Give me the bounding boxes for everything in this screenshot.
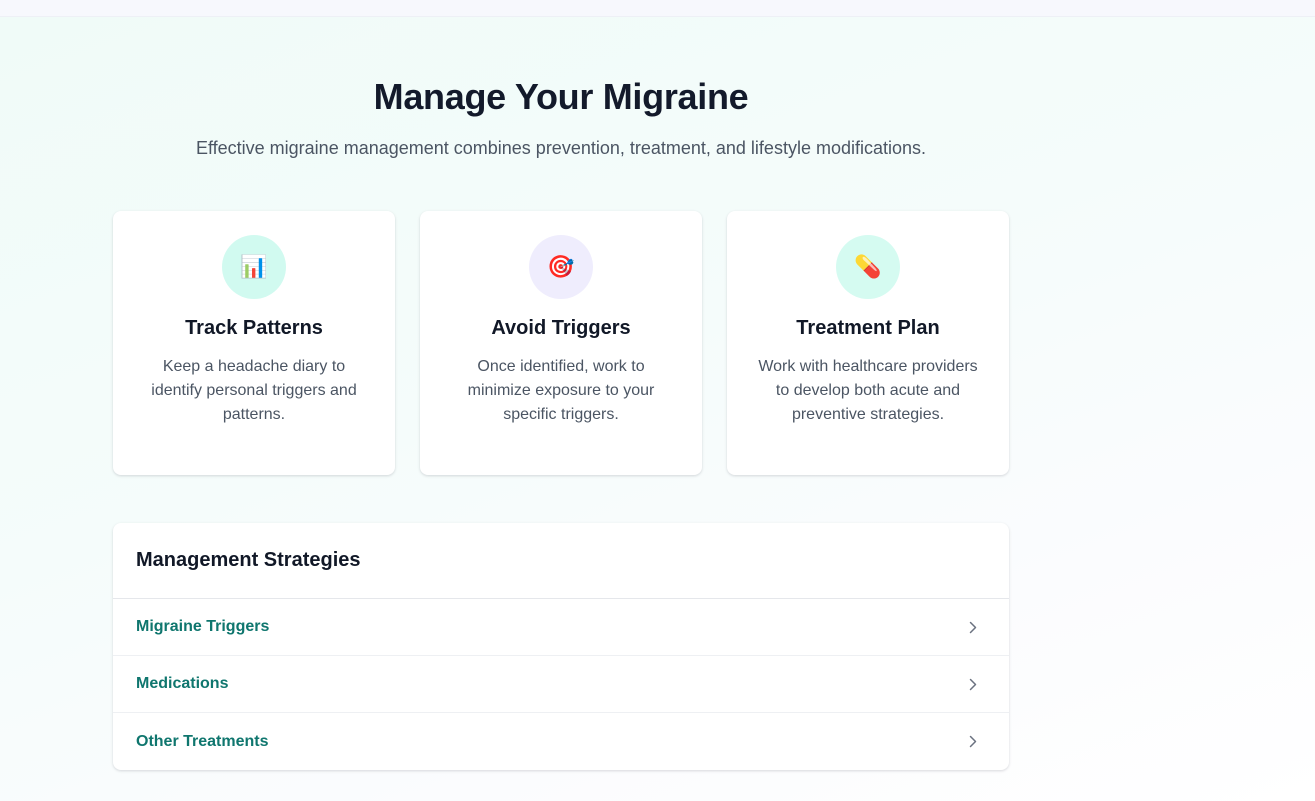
target-icon: 🎯 [529, 235, 593, 299]
card-description: Keep a headache diary to identify person… [151, 358, 357, 423]
card-avoid-triggers: 🎯 Avoid Triggers Once identified, work t… [420, 211, 702, 475]
management-strategies-panel: Management Strategies Migraine Triggers … [113, 523, 1009, 770]
bar-chart-icon: 📊 [222, 235, 286, 299]
strategy-item-migraine-triggers[interactable]: Migraine Triggers [113, 599, 1009, 656]
chevron-right-icon [967, 678, 979, 690]
pill-icon: 💊 [836, 235, 900, 299]
chevron-right-icon [967, 621, 979, 633]
card-treatment-plan: 💊 Treatment Plan Work with healthcare pr… [727, 211, 1009, 475]
card-title: Avoid Triggers [491, 317, 631, 339]
card-track-patterns: 📊 Track Patterns Keep a headache diary t… [113, 211, 395, 475]
strategies-header: Management Strategies [113, 523, 1009, 599]
card-description: Once identified, work to minimize exposu… [467, 358, 655, 423]
top-bar [0, 0, 1315, 17]
strategy-label: Migraine Triggers [136, 618, 270, 635]
strategy-item-other-treatments[interactable]: Other Treatments [113, 713, 1009, 770]
card-description: Work with healthcare providers to develo… [758, 358, 978, 423]
page-title: Manage Your Migraine [373, 76, 749, 117]
card-title: Track Patterns [185, 317, 323, 339]
strategy-label: Medications [136, 675, 229, 692]
card-title: Treatment Plan [796, 317, 940, 339]
strategy-label: Other Treatments [136, 732, 269, 750]
feature-cards: 📊 Track Patterns Keep a headache diary t… [113, 211, 1009, 475]
strategies-title: Management Strategies [136, 549, 361, 571]
strategy-item-medications[interactable]: Medications [113, 656, 1009, 713]
page-subtitle: Effective migraine management combines p… [195, 138, 927, 158]
chevron-right-icon [967, 735, 979, 748]
